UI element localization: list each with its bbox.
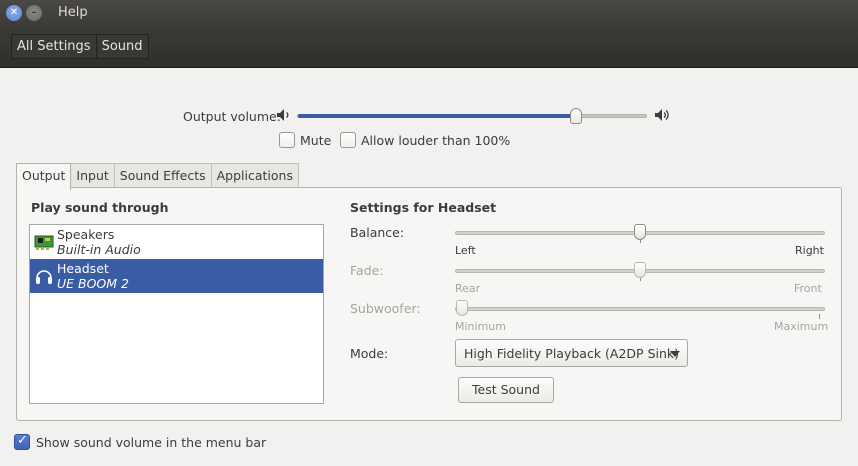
balance-slider[interactable] (455, 224, 825, 243)
sound-card-icon (34, 235, 54, 250)
output-panel: Play sound through Speakers Built-in Aud… (16, 187, 842, 421)
subwoofer-handle[interactable] (456, 300, 468, 316)
breadcrumb: All Settings Sound (11, 34, 149, 59)
fade-label: Fade: (350, 263, 384, 278)
output-volume-handle[interactable] (570, 108, 583, 124)
settings-heading: Settings for Headset (350, 200, 497, 215)
fade-front-label: Front (794, 282, 822, 295)
tab-input[interactable]: Input (70, 163, 115, 188)
list-item-headset[interactable]: Headset UE BOOM 2 (30, 259, 323, 293)
breadcrumb-sound[interactable]: Sound (95, 35, 148, 58)
subwoofer-max-label: Maximum (774, 320, 829, 333)
fade-slider[interactable] (455, 262, 825, 281)
balance-left-label: Left (455, 244, 476, 257)
mute-checkbox[interactable] (279, 132, 295, 148)
breadcrumb-all-settings[interactable]: All Settings (12, 35, 96, 58)
balance-handle[interactable] (634, 224, 646, 240)
dropdown-arrow-icon (670, 351, 680, 357)
mute-label: Mute (300, 133, 332, 148)
output-volume-slider[interactable] (297, 108, 647, 124)
output-volume-fill (298, 114, 577, 118)
subwoofer-min-label: Minimum (455, 320, 506, 333)
allow-louder-label: Allow louder than 100% (361, 133, 511, 148)
allow-louder-checkbox[interactable] (340, 132, 356, 148)
title-bar: ✕ – Help (0, 0, 858, 26)
device-list[interactable]: Speakers Built-in Audio Headset UE BOOM … (29, 224, 324, 404)
speaker-high-icon (655, 109, 669, 121)
show-volume-menubar-label: Show sound volume in the menu bar (36, 435, 267, 450)
device-name: Headset (57, 261, 109, 276)
mode-selected-value: High Fidelity Playback (A2DP Sink) (464, 346, 680, 361)
subwoofer-label: Subwoofer: (350, 301, 421, 316)
max-tick (819, 314, 820, 319)
device-name: Speakers (57, 227, 115, 242)
headphones-icon (36, 270, 52, 284)
show-volume-menubar-checkbox[interactable] (14, 433, 30, 450)
output-volume-row: Output volume: (0, 104, 858, 128)
output-volume-label: Output volume: (183, 109, 281, 124)
subwoofer-slider[interactable] (455, 300, 825, 319)
play-sound-through-heading: Play sound through (31, 200, 169, 215)
close-window-icon[interactable]: ✕ (6, 5, 22, 21)
balance-label: Balance: (350, 225, 405, 240)
fade-handle[interactable] (634, 262, 646, 278)
device-description: Built-in Audio (57, 242, 141, 257)
device-description: UE BOOM 2 (57, 276, 129, 291)
toolbar: All Settings Sound (0, 26, 858, 68)
balance-right-label: Right (795, 244, 824, 257)
test-sound-button[interactable]: Test Sound (458, 377, 554, 403)
minimize-window-icon[interactable]: – (26, 5, 42, 21)
list-item-speakers[interactable]: Speakers Built-in Audio (30, 225, 323, 259)
window-title: Help (58, 5, 88, 20)
tab-bar: Output Input Sound Effects Applications (16, 163, 299, 190)
speaker-low-icon (277, 109, 289, 121)
mode-label: Mode: (350, 346, 389, 361)
tab-sound-effects[interactable]: Sound Effects (113, 163, 212, 188)
mode-dropdown[interactable]: High Fidelity Playback (A2DP Sink) (455, 339, 688, 367)
tab-output[interactable]: Output (16, 163, 72, 190)
tab-applications[interactable]: Applications (210, 163, 299, 188)
fade-rear-label: Rear (455, 282, 481, 295)
